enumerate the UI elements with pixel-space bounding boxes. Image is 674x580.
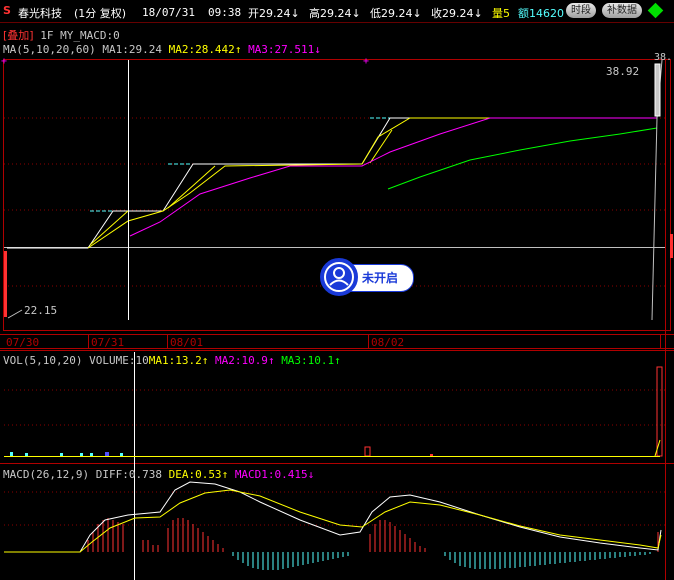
right-spike-bar xyxy=(654,63,661,117)
date-label: 18/07/31 xyxy=(142,6,195,19)
open-price: 开29.24↓ xyxy=(248,5,300,21)
low-pointer xyxy=(7,309,23,319)
high-price-value: 高29.24 xyxy=(309,7,352,20)
arrow-up-icon: ↑ xyxy=(267,354,275,367)
volume-label: 量5 xyxy=(492,7,510,20)
close-price: 收29.24↓ xyxy=(431,5,483,21)
left-marker: + xyxy=(1,56,7,67)
vol-name: VOL(5,10,20) xyxy=(3,354,83,367)
arrow-down-icon: ↓ xyxy=(307,468,315,481)
low-price-value: 低29.24 xyxy=(370,7,413,20)
cyan-step-marks xyxy=(8,117,392,249)
overlay-tag[interactable]: [叠加] xyxy=(3,29,34,42)
ma1-aux-2 xyxy=(167,165,216,209)
left-price-bar xyxy=(4,251,7,317)
price-line xyxy=(7,117,657,249)
date-label-0801: 08/01 xyxy=(170,336,204,349)
ma3-value: MA3:27.511 xyxy=(248,43,315,56)
assistant-toggle[interactable]: 未开启 xyxy=(320,258,414,296)
arrow-down-icon: ↓ xyxy=(351,7,361,20)
period-label[interactable]: (1分 复权) xyxy=(74,5,126,21)
volume-value: VOLUME:10 xyxy=(89,354,149,367)
diff-value: DIFF:0.738 xyxy=(95,468,162,481)
arrow-down-icon: ↓ xyxy=(473,7,483,20)
ma2-value: MA2:28.442 xyxy=(168,43,235,56)
stock-name[interactable]: 春光科技 xyxy=(18,5,62,21)
arrow-up-icon: ↑ xyxy=(201,354,209,367)
arrow-down-icon: ↓ xyxy=(412,7,422,20)
ma1-line xyxy=(87,117,657,249)
date-label-0730: 07/30 xyxy=(6,336,40,349)
dea-value: DEA:0.53 xyxy=(168,468,222,481)
time-label: 09:38 xyxy=(208,6,242,19)
close-price-value: 收29.24 xyxy=(431,7,474,20)
app-logo: S xyxy=(3,4,11,17)
vol-ma1-value: MA1:13.2 xyxy=(148,354,202,367)
macd-legend[interactable]: MACD(26,12,9) DIFF:0.738 DEA:0.53↑ MACD1… xyxy=(3,468,314,481)
macd-name: MACD(26,12,9) xyxy=(3,468,90,481)
ma3-line xyxy=(387,127,658,190)
toggle-label[interactable]: 未开启 xyxy=(362,269,398,286)
vol-legend[interactable]: VOL(5,10,20) VOLUME:10MA1:13.2↑ MA2:10.9… xyxy=(3,354,341,367)
arrow-up-icon: ↑ xyxy=(221,468,229,481)
date-label-0802: 08/02 xyxy=(371,336,405,349)
ma1-value: MA1:29.24 xyxy=(102,43,162,56)
macd-histogram-up xyxy=(87,518,659,552)
fill-data-button[interactable]: 补数据 xyxy=(602,3,642,18)
ma2-line xyxy=(129,117,657,237)
high-price: 高29.24↓ xyxy=(309,5,361,21)
right-red-tick xyxy=(670,234,673,258)
low-price-label: 22.15 xyxy=(24,304,58,317)
date-label-0731: 07/31 xyxy=(91,336,125,349)
arrow-up-icon: ↑ xyxy=(234,43,242,56)
overlay-indicator: 1F MY_MACD:0 xyxy=(40,29,120,42)
arrow-down-icon: ↓ xyxy=(314,43,321,56)
overlay-row: [叠加] 1F MY_MACD:0 xyxy=(3,27,120,43)
high-price-label: 38.92 xyxy=(606,65,640,78)
mid-marker: + xyxy=(363,56,369,67)
vol-ma2-value: MA2:10.9 xyxy=(214,354,268,367)
diamond-icon[interactable] xyxy=(647,2,664,19)
open-price-value: 开29.24 xyxy=(248,7,291,20)
amount-label: 额14620 xyxy=(518,7,564,20)
macd-histogram-down xyxy=(232,552,651,570)
low-price: 低29.24↓ xyxy=(370,5,422,21)
ma-legend[interactable]: MA(5,10,20,60) MA1:29.24 MA2:28.442↑ MA3… xyxy=(3,43,321,56)
macd1-value: MACD1:0.415 xyxy=(234,468,308,481)
time-segment-button[interactable]: 时段 xyxy=(566,3,596,18)
vol-ma3-value: MA3:10.1 xyxy=(281,354,335,367)
ma-name: MA(5,10,20,60) xyxy=(3,43,96,56)
volume-bars xyxy=(4,366,663,457)
user-icon[interactable] xyxy=(320,258,358,296)
title-bar: S 春光科技 (1分 复权) 18/07/31 09:38 开29.24↓ 高2… xyxy=(0,0,674,23)
arrow-down-icon: ↓ xyxy=(290,7,300,20)
edge-price-label: 38. xyxy=(654,52,673,63)
arrow-up-icon: ↑ xyxy=(334,354,341,367)
